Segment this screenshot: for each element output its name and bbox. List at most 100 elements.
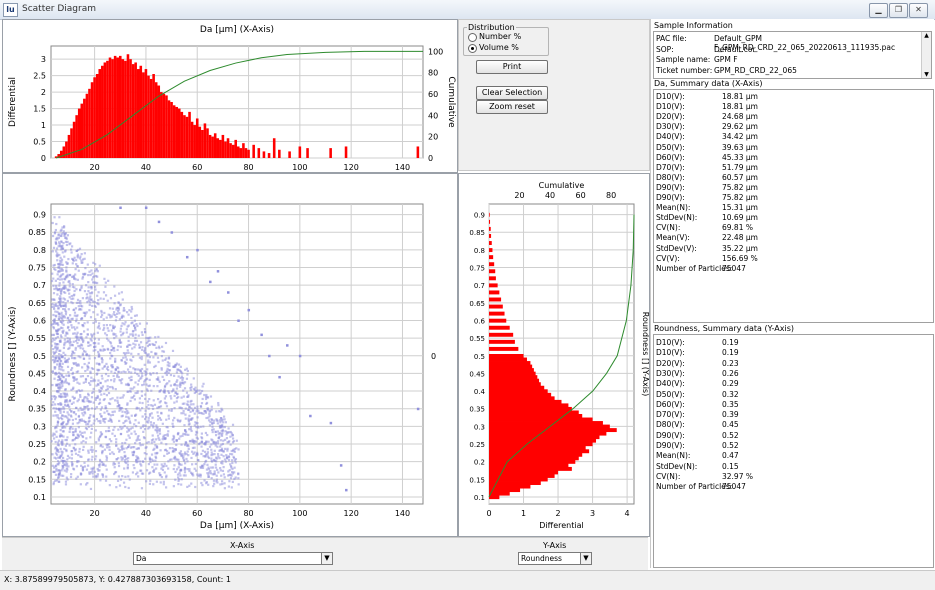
scatter-point (131, 426, 134, 429)
scatter-point (62, 232, 65, 235)
histogram-bar (129, 59, 132, 159)
y-axis-label: Differential (8, 77, 18, 127)
scatter-point (101, 377, 104, 380)
scatter-point (135, 314, 138, 317)
scatter-point (90, 339, 93, 342)
y_summary-label: D40(V): (656, 379, 685, 389)
scatter-point (78, 257, 82, 260)
x_summary-value: 69.81 % (722, 223, 753, 233)
histogram-bar (489, 325, 510, 330)
y-axis-select[interactable]: Roundness ▼ (518, 552, 592, 565)
scatter-point (136, 368, 140, 371)
scatter-point (87, 281, 90, 284)
scatter-point (222, 415, 226, 418)
scatter-point (210, 408, 213, 411)
scatter-point (74, 328, 77, 331)
scatter-point (207, 483, 210, 486)
scatter-point (95, 268, 98, 271)
scatter-point (235, 439, 238, 442)
scatter-point (84, 272, 87, 275)
scatter-point (58, 395, 61, 398)
scatter-point (84, 412, 87, 415)
scatter-point (114, 399, 117, 402)
scatter-point (135, 339, 139, 342)
volume-radio[interactable] (468, 44, 477, 53)
scatter-point (130, 432, 133, 435)
histogram-bar (489, 276, 496, 281)
scatter-point (147, 336, 150, 340)
scatter-point (189, 386, 192, 390)
scatter-point (71, 283, 74, 286)
scatter-point (180, 396, 183, 399)
x-tick-label: 20 (90, 509, 100, 518)
scatter-point (64, 400, 67, 403)
y-tick-label: 0.25 (469, 441, 485, 449)
clear-selection-button[interactable]: Clear Selection (476, 86, 548, 100)
scatter-point (54, 447, 57, 450)
scatter-point (181, 378, 184, 382)
zoom-reset-button[interactable]: Zoom reset (476, 100, 548, 114)
scatter-point (95, 441, 98, 444)
histogram-bar (489, 491, 510, 496)
y-axis-label: Roundness [] (Y-Axis) (8, 306, 18, 401)
scatter-point (151, 342, 154, 346)
scatter-point (76, 433, 79, 436)
scatter-point (97, 299, 100, 302)
scatter-point (117, 301, 120, 305)
histogram-bar (489, 290, 500, 295)
scatter-point (183, 459, 186, 462)
scatter-point (71, 262, 74, 265)
scatter-point (188, 414, 191, 417)
scatter-point (112, 374, 115, 378)
scatter-point (65, 331, 68, 334)
scatter-point (117, 462, 120, 465)
number-radio[interactable] (468, 33, 477, 42)
scatter-point (88, 472, 91, 475)
scatter-point (186, 460, 189, 463)
scatter-point (115, 441, 118, 444)
scatter-point (222, 439, 225, 442)
sample-scrollbar[interactable]: ▲ ▼ (921, 32, 931, 78)
scatter-point (138, 460, 142, 463)
histogram-bar (180, 111, 184, 158)
print-button[interactable]: Print (476, 60, 548, 74)
scatter-point (130, 316, 133, 320)
scatter-point (126, 383, 129, 386)
y_summary-value: 75047 (722, 482, 746, 492)
close-button[interactable]: ✕ (909, 3, 928, 18)
scatter-point (150, 389, 153, 392)
scatter-point (114, 368, 117, 371)
scatter-point (94, 281, 97, 284)
scatter-point (144, 457, 147, 460)
scatter-point (130, 375, 133, 378)
x-axis-select[interactable]: Da ▼ (133, 552, 333, 565)
scatter-point (52, 437, 56, 440)
scatter-point (88, 292, 91, 295)
scatter-point (104, 436, 108, 439)
scatter-point (150, 458, 153, 461)
scatter-point (229, 435, 232, 438)
scatter-point (52, 414, 55, 417)
scatter-point (221, 432, 224, 435)
scatter-point (247, 308, 251, 312)
scatter-chart[interactable]: 20 40 60 80 100 120 1400.10.150.20.250.30.350.… (3, 174, 457, 536)
scatter-point (189, 428, 193, 431)
scatter-point (55, 250, 58, 253)
scatter-point (121, 457, 124, 460)
scatter-point (130, 371, 133, 374)
scatter-point (210, 457, 213, 460)
restore-button[interactable]: ❐ (889, 3, 908, 18)
scatter-point (107, 391, 111, 395)
scatter-point (128, 436, 131, 439)
scatter-point (56, 332, 60, 336)
scatter-point (147, 359, 150, 362)
x_summary-value: 29.62 µm (722, 122, 758, 132)
scatter-point (99, 421, 102, 424)
minimize-button[interactable]: ▁ (869, 3, 888, 18)
x_summary-label: D90(V): (656, 182, 685, 192)
scatter-point (69, 341, 72, 344)
scatter-point (170, 390, 174, 393)
scatter-point (166, 367, 169, 370)
scatter-point (113, 378, 116, 381)
scatter-point (97, 420, 100, 423)
